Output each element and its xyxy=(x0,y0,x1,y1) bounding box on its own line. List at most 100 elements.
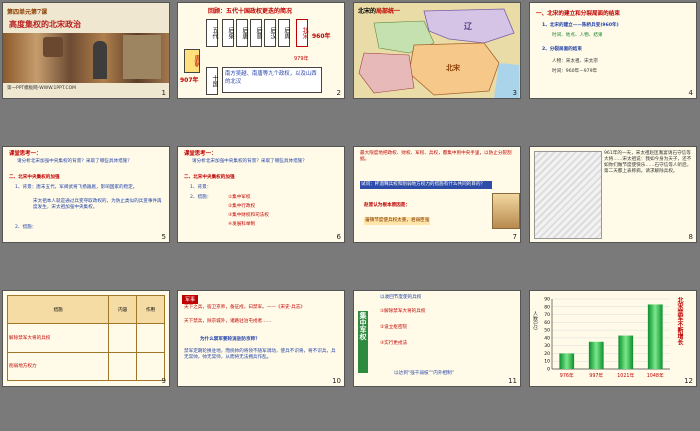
measure-1: ①集中军权 xyxy=(228,195,251,200)
slide-12-side: 北宋禁军不断增长 xyxy=(676,297,683,345)
dynasty-label-wudai: 五代 xyxy=(206,19,218,47)
slide-10-quote2: 天下禁兵，除京城外，诸路驻泊屯戍者…… xyxy=(184,319,272,324)
year-960: 960年 xyxy=(312,33,331,40)
slide-7[interactable]: 最大限度地把政权、财权、军权、兵权，都集中到中央手里，以防止分裂割据。 试问：杯… xyxy=(353,146,521,243)
map-label-liao: 辽 xyxy=(464,22,472,31)
table-header-cell: 作用 xyxy=(136,294,165,325)
slide-7-answer: 赵普认为根本原因是： xyxy=(364,203,410,208)
y-tick-label: 50 xyxy=(544,328,550,334)
map-title: 北宋的局部统一 xyxy=(358,8,401,15)
slide-5[interactable]: 课堂思考一： 请分析北宋加强中央集权的背景？采取了哪些具体措施？ 二、北宋中央集… xyxy=(2,146,170,243)
slide-number: 10 xyxy=(332,377,341,385)
slide-11-t4: ③实行更戍法 xyxy=(380,341,408,346)
slide-12[interactable]: 人数(万) 0 10 20 30 40 50 60 70 80 90 976年 997年 1021年 10… xyxy=(529,290,697,387)
slide-10[interactable]: 军事 天下之兵，宿卫京师，备征戍，曰禁军。——《宋史·兵志》 天下禁兵，除京城外… xyxy=(177,290,345,387)
song-map xyxy=(354,3,520,98)
y-tick-label: 60 xyxy=(544,320,550,326)
slide-4-item1: 1、北宋的建立——陈桥兵变(960年) xyxy=(542,23,619,28)
table-header-cell: 措施 xyxy=(6,294,110,325)
slide-4-item2-b: 时间：960年—979年 xyxy=(552,69,598,74)
slide-number: 2 xyxy=(336,89,341,97)
slide-6[interactable]: 课堂思考一： 请分析北宋加强中央集权的背景？采取了哪些具体措施？ 二、北宋中央集… xyxy=(177,146,345,243)
slide-8[interactable]: 961年的一天，宋太祖赵匡胤宴请石守信等大将……宋太祖说：我如今身为天子，还不如… xyxy=(529,146,697,243)
y-tick-label: 70 xyxy=(544,312,550,318)
slide-1-footer: 第一PPT模板网-WWW.1PPT.COM xyxy=(7,86,77,91)
slide-4-heading: 一、北宋的建立和分裂局面的结束 xyxy=(536,11,620,17)
y-tick-label: 90 xyxy=(544,297,550,303)
x-tick-label: 1048年 xyxy=(647,372,664,379)
x-tick-label: 976年 xyxy=(560,372,574,379)
dynasty-song: 北宋 xyxy=(296,19,308,47)
ten-kingdoms-text: 南方吴越、南唐等九个政权，以及山西的北汉 xyxy=(222,67,322,93)
slide-5-p2: 宋太祖本人就是通过兵变夺取政权的，为防止类似的兵变事件再度发生，宋太祖加强中央集… xyxy=(33,199,162,210)
slide-9[interactable]: 措施 内容 作用 解除禁军大将的兵权 削弱地方权力 9 xyxy=(2,290,170,387)
slide-11-t3: ②设立枢密院 xyxy=(380,325,408,330)
slide-11[interactable]: 集中军权 以收回节度使的兵权 ①解除禁军大将的兵权 ②设立枢密院 ③实行更戍法 … xyxy=(353,290,521,387)
year-907: 907年 xyxy=(180,77,199,84)
chart-bar xyxy=(588,341,604,369)
slide-number: 1 xyxy=(161,89,166,97)
table-header-row: 措施 内容 作用 xyxy=(6,294,165,325)
tang-label: 唐朝 xyxy=(184,49,200,73)
slide-5-p1: 1、背景：唐末五代，军阀武将飞扬跋扈，影响国家的稳定。 xyxy=(15,185,138,190)
dynasty-5: 后周 xyxy=(278,19,290,47)
slide-11-t5: 以达到“强干弱枝”“内外相制” xyxy=(394,371,455,376)
slide-2[interactable]: 回顾：五代十国政权更迭的简况 五代 后梁 后唐 后晋 后汉 后周 北宋 960年… xyxy=(177,2,345,99)
table-cell: 削弱地方权力 xyxy=(6,351,110,382)
slide-number: 6 xyxy=(336,233,341,241)
dynasty-3: 后晋 xyxy=(250,19,262,47)
y-tick-label: 10 xyxy=(544,359,550,365)
slide-1[interactable]: 第四单元第7课 高度集权的北宋政治 第一PPT模板网-WWW.1PPT.COM … xyxy=(2,2,170,99)
table-row: 削弱地方权力 xyxy=(6,351,165,382)
slide-10-answer: 禁军定期轮换驻地，而统帅的将领不随军调动，使兵不识将，将不识兵，兵无常帅，帅无常… xyxy=(184,349,336,360)
slide-4-item2: 2、分裂局面的结束 xyxy=(542,47,582,52)
slide-11-side: 集中军权 xyxy=(358,311,368,373)
y-tick-label: 40 xyxy=(544,335,550,341)
slide-number: 7 xyxy=(512,233,517,241)
map-label-song: 北宋 xyxy=(446,64,460,72)
slide-7-question: 试问：杯酒释兵权和削弱地方权力的措施有什么共同的目的？ xyxy=(360,181,492,189)
slide-1-title: 高度集权的北宋政治 xyxy=(9,19,81,29)
measure-2: ②集中行政权 xyxy=(228,204,256,209)
dynasty-2: 后唐 xyxy=(236,19,248,47)
slide-3[interactable]: 北宋的局部统一 辽 北宋 3 xyxy=(353,2,521,99)
y-tick-label: 0 xyxy=(547,367,550,373)
slide-number: 11 xyxy=(508,377,517,385)
y-tick-label: 20 xyxy=(544,351,550,357)
x-tick-label: 997年 xyxy=(589,372,603,379)
measure-4: ④发展科举制 xyxy=(228,222,256,227)
slide-6-question: 请分析北宋加强中央集权的背景？采取了哪些具体措施？ xyxy=(192,159,307,164)
slide-5-think: 课堂思考一： xyxy=(9,151,42,157)
slide-1-unit: 第四单元第7课 xyxy=(7,9,48,16)
slide-10-question: 为什么禁军要轮流驻防京师？ xyxy=(200,337,260,342)
slide-number: 3 xyxy=(512,89,517,97)
y-tick-label: 30 xyxy=(544,343,550,349)
slide-10-tag: 军事 xyxy=(182,295,199,304)
chart-bar xyxy=(618,335,634,369)
slide-10-quote: 天下之兵，宿卫京师，备征戍，曰禁军。——《宋史·兵志》 xyxy=(184,305,305,310)
slide-number: 5 xyxy=(161,233,166,241)
slide-6-p1: 1、背景： xyxy=(190,185,212,190)
slide-number: 4 xyxy=(688,89,693,97)
slide-11-t2: ①解除禁军大将的兵权 xyxy=(380,309,426,314)
slide-7-answer2: 藩镇节度使兵权太重，君弱臣强 xyxy=(364,217,431,225)
slide-number: 9 xyxy=(161,377,166,385)
portrait-image xyxy=(492,193,520,229)
slide-2-heading: 回顾：五代十国政权更迭的简况 xyxy=(208,8,293,15)
slide-6-section: 二、北宋中央集权的加强 xyxy=(184,175,235,180)
slide-number: 8 xyxy=(688,233,693,241)
table-cell: 解除禁军大将的兵权 xyxy=(6,323,110,353)
chart-bar xyxy=(559,353,575,369)
table-row: 解除禁军大将的兵权 xyxy=(6,323,165,353)
dynasty-4: 后汉 xyxy=(264,19,276,47)
slide-4-item1-sub: 时间、地点、人物、结果 xyxy=(552,33,603,38)
table-header-cell: 内容 xyxy=(108,294,138,325)
slide-8-text: 961年的一天，宋太祖赵匡胤宴请石守信等大将……宋太祖说：我如今身为天子，还不如… xyxy=(604,151,692,174)
slide-4[interactable]: 一、北宋的建立和分裂局面的结束 1、北宋的建立——陈桥兵变(960年) 时间、地… xyxy=(529,2,697,99)
x-tick-label: 1021年 xyxy=(617,372,634,379)
ten-kingdoms-label: 十国 xyxy=(206,67,218,95)
slide-5-section: 二、北宋中央集权的加强 xyxy=(9,175,60,180)
slide-11-t1: 以收回节度使的兵权 xyxy=(380,295,422,300)
slide-number: 12 xyxy=(684,377,693,385)
y-tick-label: 80 xyxy=(544,304,550,310)
